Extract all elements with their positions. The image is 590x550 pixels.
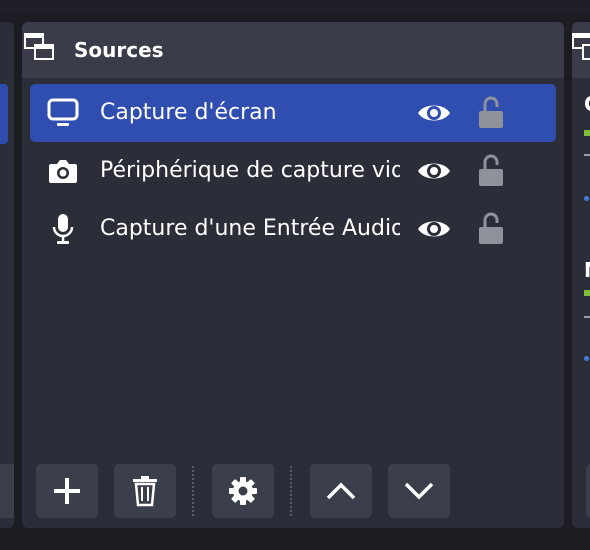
eye-icon[interactable] (416, 100, 452, 126)
move-source-down-button[interactable] (388, 464, 450, 518)
unlock-icon[interactable] (478, 153, 504, 187)
remove-source-button[interactable] (114, 464, 176, 518)
eye-icon[interactable] (416, 158, 452, 184)
sources-list: Capture d'écran Périphérique de capture … (30, 84, 556, 258)
volume-slider-handle[interactable] (584, 356, 589, 361)
gear-icon (229, 477, 257, 505)
toolbar-separator (290, 466, 292, 516)
source-properties-button[interactable] (212, 464, 274, 518)
move-source-up-button[interactable] (310, 464, 372, 518)
chevron-up-icon (326, 482, 356, 500)
audio-mixer-dock-edge: C M (572, 22, 590, 528)
scenes-toolbar-button-edge[interactable] (0, 464, 14, 518)
source-item[interactable]: Capture d'une Entrée Audio (30, 200, 556, 258)
source-item[interactable]: Périphérique de capture vidéo (30, 142, 556, 200)
mixer-dock-header (572, 22, 590, 78)
toolbar-separator (192, 466, 194, 516)
eye-icon[interactable] (416, 216, 452, 242)
undock-icon[interactable] (24, 32, 56, 62)
unlock-icon[interactable] (478, 211, 504, 245)
top-strip (0, 0, 590, 14)
scene-selected-edge[interactable] (0, 84, 8, 144)
chevron-down-icon (404, 482, 434, 500)
add-source-button[interactable] (36, 464, 98, 518)
mixer-channel-name: M (584, 258, 590, 282)
scenes-dock-edge (0, 22, 14, 528)
sources-dock-header: Sources (22, 22, 564, 78)
unlock-icon[interactable] (478, 95, 504, 129)
mixer-toolbar-button-edge[interactable] (586, 464, 590, 518)
volume-meter (584, 130, 590, 136)
monitor-icon (46, 97, 80, 129)
microphone-icon (46, 213, 80, 245)
volume-slider-handle[interactable] (584, 196, 589, 201)
volume-meter (584, 290, 590, 296)
undock-icon[interactable] (572, 32, 590, 62)
meter-tick (584, 154, 590, 156)
sources-dock: Sources Capture d'écran Périphérique de … (22, 22, 564, 528)
source-label: Capture d'écran (100, 100, 277, 125)
meter-tick (584, 316, 590, 318)
source-label: Périphérique de capture vidéo (100, 158, 400, 183)
camera-icon (46, 155, 80, 187)
sources-toolbar (36, 464, 556, 518)
source-item[interactable]: Capture d'écran (30, 84, 556, 142)
source-label: Capture d'une Entrée Audio (100, 216, 400, 241)
dock-title: Sources (74, 38, 164, 62)
add-icon (54, 478, 80, 504)
trash-icon (133, 476, 157, 507)
mixer-channel-name: C (584, 92, 590, 116)
